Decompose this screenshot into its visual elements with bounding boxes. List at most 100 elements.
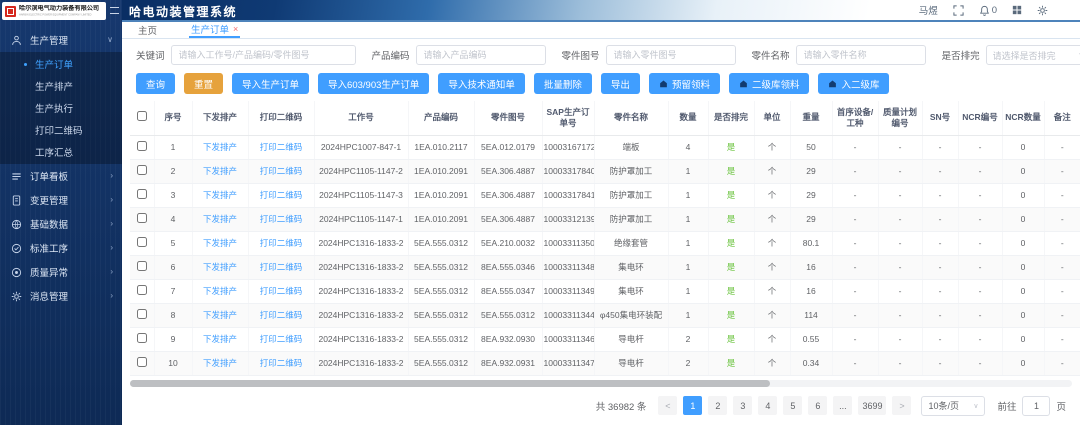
cell-ncr_qty: 0 xyxy=(1002,159,1044,183)
print-qrcode-link[interactable]: 打印二维码 xyxy=(260,358,303,368)
cell-weight: 80.1 xyxy=(790,231,832,255)
print-qrcode-link[interactable]: 打印二维码 xyxy=(260,334,303,344)
row-checkbox[interactable] xyxy=(137,285,147,295)
print-qrcode-link[interactable]: 打印二维码 xyxy=(260,166,303,176)
sidebar-item-2[interactable]: 生产执行 xyxy=(0,97,122,119)
print-qrcode-link[interactable]: 打印二维码 xyxy=(260,262,303,272)
print-qrcode-link[interactable]: 打印二维码 xyxy=(260,238,303,248)
close-icon[interactable]: × xyxy=(233,25,238,34)
sidebar-item-0[interactable]: 生产订单 xyxy=(0,53,122,75)
cell-quality_plan: - xyxy=(878,327,922,351)
page-button-1[interactable]: 1 xyxy=(683,396,702,415)
prev-page-button[interactable]: < xyxy=(658,396,677,415)
cell-product_code: 1EA.010.2091 xyxy=(408,207,474,231)
cell-weight: 29 xyxy=(790,159,832,183)
page-button-3[interactable]: 3 xyxy=(733,396,752,415)
dispatch-link[interactable]: 下发排产 xyxy=(203,358,237,368)
goto-page-input[interactable] xyxy=(1022,396,1050,416)
filter-input[interactable] xyxy=(171,45,356,65)
next-page-button[interactable]: > xyxy=(892,396,911,415)
sidebar-group-3[interactable]: 基础数据› xyxy=(0,212,122,236)
dispatch-link[interactable]: 下发排产 xyxy=(203,286,237,296)
toolbar-button-2[interactable]: 导入生产订单 xyxy=(232,73,309,94)
cell-quality_plan: - xyxy=(878,183,922,207)
tab-1[interactable]: 生产订单× xyxy=(189,22,240,38)
dispatch-link[interactable]: 下发排产 xyxy=(203,166,237,176)
cell-unit: 个 xyxy=(754,351,790,375)
row-checkbox[interactable] xyxy=(137,213,147,223)
print-qrcode-link[interactable]: 打印二维码 xyxy=(260,310,303,320)
filter-input[interactable] xyxy=(416,45,546,65)
chevron-right-icon: › xyxy=(110,268,113,276)
row-checkbox[interactable] xyxy=(137,141,147,151)
sidebar-group-5[interactable]: 质量异常 › xyxy=(0,260,122,284)
toolbar-button-9[interactable]: 入二级库 xyxy=(818,73,889,94)
row-checkbox[interactable] xyxy=(137,309,147,319)
sidebar-group-label: 质量异常 xyxy=(30,265,68,279)
print-qrcode-link[interactable]: 打印二维码 xyxy=(260,142,303,152)
sidebar-item-4[interactable]: 工序汇总 xyxy=(0,141,122,163)
page-size-select[interactable]: 10条/页∨ xyxy=(921,396,985,416)
grid-icon[interactable] xyxy=(1012,5,1022,15)
sidebar-group-2[interactable]: 变更管理› xyxy=(0,188,122,212)
toolbar-button-1[interactable]: 重置 xyxy=(184,73,223,94)
sidebar-group-1[interactable]: 订单看板› xyxy=(0,164,122,188)
dispatch-link[interactable]: 下发排产 xyxy=(203,190,237,200)
dispatch-link[interactable]: 下发排产 xyxy=(203,142,237,152)
toolbar-button-4[interactable]: 导入技术通知单 xyxy=(438,73,525,94)
dispatch-link[interactable]: 下发排产 xyxy=(203,310,237,320)
cell-print: 打印二维码 xyxy=(248,231,314,255)
row-checkbox[interactable] xyxy=(137,357,147,367)
dispatch-link[interactable]: 下发排产 xyxy=(203,238,237,248)
tab-0[interactable]: 主页 xyxy=(136,22,159,38)
horizontal-scrollbar[interactable] xyxy=(130,380,1072,387)
scrollbar-thumb[interactable] xyxy=(130,380,770,387)
column-header: 备注 xyxy=(1044,101,1080,135)
page-button-5[interactable]: 5 xyxy=(783,396,802,415)
print-qrcode-link[interactable]: 打印二维码 xyxy=(260,190,303,200)
cell-weight: 29 xyxy=(790,207,832,231)
print-qrcode-link[interactable]: 打印二维码 xyxy=(260,286,303,296)
cell-remark: - xyxy=(1044,207,1080,231)
filter-input[interactable] xyxy=(606,45,736,65)
row-checkbox[interactable] xyxy=(137,237,147,247)
gear-icon[interactable] xyxy=(1037,5,1048,16)
sidebar-collapse-icon[interactable] xyxy=(110,7,119,14)
filter-select[interactable]: 请选择是否排完∨ xyxy=(986,45,1080,65)
dispatch-link[interactable]: 下发排产 xyxy=(203,334,237,344)
row-checkbox[interactable] xyxy=(137,189,147,199)
page-button-...[interactable]: ... xyxy=(833,396,852,415)
toolbar-button-6[interactable]: 导出 xyxy=(601,73,640,94)
sidebar: 哈尔滨电气动力装备有限公司 HARBIN ELECTRIC POWER EQUI… xyxy=(0,0,122,425)
toolbar-button-8[interactable]: 二级库领料 xyxy=(729,73,810,94)
column-header: 零件图号 xyxy=(474,101,542,135)
row-checkbox[interactable] xyxy=(137,165,147,175)
cell-ncr_qty: 0 xyxy=(1002,207,1044,231)
username[interactable]: 马煜 xyxy=(919,3,938,17)
fullscreen-icon[interactable] xyxy=(953,5,964,16)
filter-input[interactable] xyxy=(796,45,926,65)
toolbar-button-0[interactable]: 查询 xyxy=(136,73,175,94)
print-qrcode-link[interactable]: 打印二维码 xyxy=(260,214,303,224)
dispatch-link[interactable]: 下发排产 xyxy=(203,214,237,224)
page-button-3699[interactable]: 3699 xyxy=(858,396,886,415)
toolbar-button-5[interactable]: 批量删除 xyxy=(534,73,592,94)
select-all-checkbox[interactable] xyxy=(137,111,147,121)
dispatch-link[interactable]: 下发排产 xyxy=(203,262,237,272)
sidebar-item-1[interactable]: 生产排产 xyxy=(0,75,122,97)
page-button-6[interactable]: 6 xyxy=(808,396,827,415)
toolbar-button-3[interactable]: 导入603/903生产订单 xyxy=(318,73,429,94)
page-button-2[interactable]: 2 xyxy=(708,396,727,415)
cell-ncr_no: - xyxy=(958,351,1002,375)
toolbar-button-7[interactable]: 预留领料 xyxy=(649,73,720,94)
bell-icon[interactable]: 0 xyxy=(979,5,997,16)
sidebar-item-3[interactable]: 打印二维码 xyxy=(0,119,122,141)
sidebar-group-0[interactable]: 生产管理∨ xyxy=(0,28,122,52)
sidebar-group-4[interactable]: 标准工序› xyxy=(0,236,122,260)
row-checkbox[interactable] xyxy=(137,261,147,271)
page-button-4[interactable]: 4 xyxy=(758,396,777,415)
sidebar-group-6[interactable]: 消息管理› xyxy=(0,284,122,308)
cell-qty: 1 xyxy=(668,303,708,327)
cell-checkbox xyxy=(130,207,154,231)
row-checkbox[interactable] xyxy=(137,333,147,343)
